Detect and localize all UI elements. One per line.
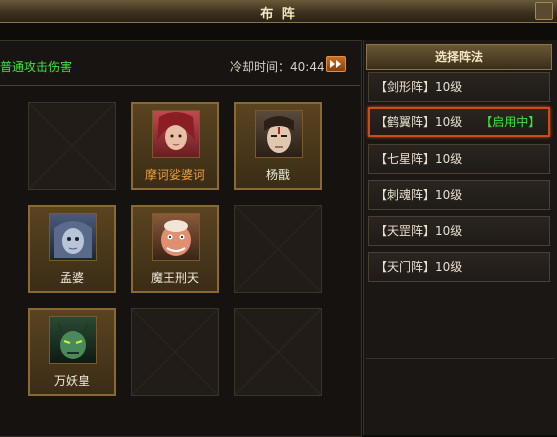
pale-ghost-woman-portrait-icon bbox=[49, 213, 97, 261]
demon-king-portrait-icon bbox=[152, 213, 200, 261]
close-button[interactable] bbox=[535, 2, 553, 20]
formation-slot-empty[interactable] bbox=[234, 205, 322, 293]
formation-slot-hero[interactable]: 万妖皇 bbox=[28, 308, 116, 396]
empty-slot-cross bbox=[235, 206, 321, 292]
warrior-third-eye-portrait-icon bbox=[255, 110, 303, 158]
formation-slot-empty[interactable] bbox=[234, 308, 322, 396]
empty-slot-cross bbox=[29, 103, 115, 189]
formation-label: 【天罡阵】10级 bbox=[375, 224, 463, 238]
formation-item[interactable]: 【剑形阵】10级 bbox=[368, 72, 550, 102]
formation-item[interactable]: 【天门阵】10级 bbox=[368, 252, 550, 282]
formation-select-header: 选择阵法 bbox=[366, 44, 552, 70]
green-demon-portrait-icon bbox=[49, 316, 97, 364]
window-title: 布 阵 bbox=[260, 7, 297, 22]
empty-slot-cross bbox=[235, 309, 321, 395]
formation-label: 【鹤翼阵】10级 bbox=[375, 115, 463, 129]
formation-slot-hero[interactable]: 孟婆 bbox=[28, 205, 116, 293]
formation-grid: 摩诃娑婆诃 杨戬 孟婆 魔王刑天 万妖皇 bbox=[0, 86, 360, 435]
speed-up-cooldown-button[interactable] bbox=[326, 56, 346, 72]
formation-item-active[interactable]: 【鹤翼阵】10级 【启用中】 bbox=[368, 107, 550, 137]
divider bbox=[366, 358, 554, 359]
window-title-bar: 布 阵 bbox=[0, 0, 557, 23]
attack-hint-text: 普通攻击伤害 bbox=[0, 60, 73, 74]
formation-item[interactable]: 【七星阵】10级 bbox=[368, 144, 550, 174]
hero-name: 魔王刑天 bbox=[150, 271, 199, 285]
hero-name: 孟婆 bbox=[59, 271, 84, 285]
formation-status-badge: 【启用中】 bbox=[480, 115, 541, 129]
formation-slot-hero[interactable]: 杨戬 bbox=[234, 102, 322, 190]
formation-label: 【剑形阵】10级 bbox=[375, 80, 463, 94]
hero-name: 摩诃娑婆诃 bbox=[144, 168, 205, 182]
formation-label: 【刺魂阵】10级 bbox=[375, 188, 463, 202]
formation-slot-empty[interactable] bbox=[28, 102, 116, 190]
formation-label: 【天门阵】10级 bbox=[375, 260, 463, 274]
fast-forward-icon bbox=[330, 60, 341, 68]
formation-item[interactable]: 【天罡阵】10级 bbox=[368, 216, 550, 246]
formation-item[interactable]: 【刺魂阵】10级 bbox=[368, 180, 550, 210]
hero-name: 万妖皇 bbox=[53, 374, 90, 388]
formation-label: 【七星阵】10级 bbox=[375, 152, 463, 166]
red-hair-woman-portrait-icon bbox=[152, 110, 200, 158]
formation-slot-hero[interactable]: 摩诃娑婆诃 bbox=[131, 102, 219, 190]
empty-slot-cross bbox=[132, 309, 218, 395]
formation-slot-hero[interactable]: 魔王刑天 bbox=[131, 205, 219, 293]
cooldown-value: 40:44 bbox=[290, 60, 325, 74]
hero-name: 杨戬 bbox=[265, 168, 290, 182]
cooldown-timer: 冷却时间：40:44 bbox=[230, 58, 325, 75]
cooldown-label: 冷却时间： bbox=[230, 60, 291, 74]
formation-slot-empty[interactable] bbox=[131, 308, 219, 396]
